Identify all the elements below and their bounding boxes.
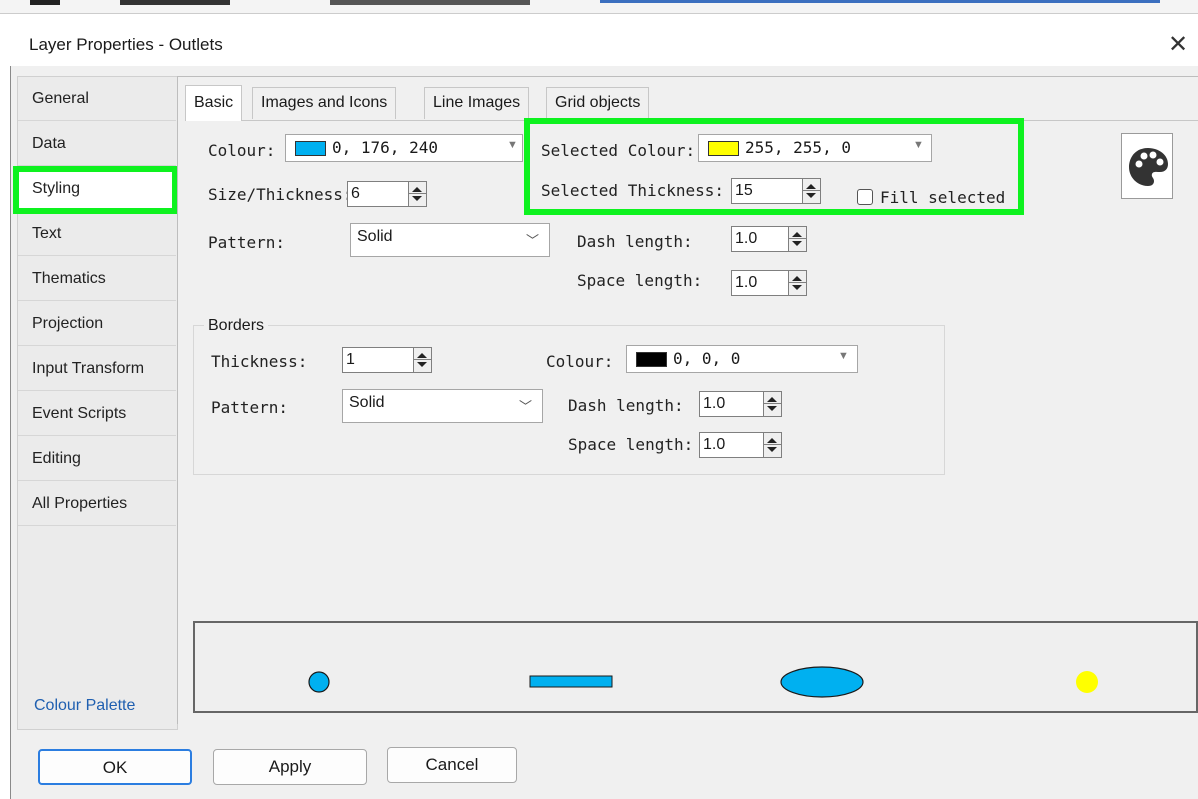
colour-label: Colour: xyxy=(208,141,276,160)
styling-highlight-box xyxy=(13,166,178,214)
sidebar-item-input-transform[interactable]: Input Transform xyxy=(18,347,176,391)
arrow-up-icon xyxy=(412,187,422,192)
space-length-label: Space length: xyxy=(577,271,703,290)
pattern-dropdown[interactable]: Solid ﹀ xyxy=(350,223,550,257)
border-space-length-value: 1.0 xyxy=(703,436,726,453)
sidebar-item-event-scripts[interactable]: Event Scripts xyxy=(18,392,176,436)
size-thickness-label: Size/Thickness: xyxy=(208,185,353,204)
space-length-spinner[interactable]: 1.0 xyxy=(731,270,807,296)
border-thickness-value: 1 xyxy=(346,351,355,368)
palette-icon xyxy=(1129,148,1168,186)
chevron-down-icon: ﹀ xyxy=(525,233,539,248)
chevron-down-icon: ▼ xyxy=(507,139,518,151)
arrow-up-icon xyxy=(767,397,777,402)
size-thickness-value: 6 xyxy=(351,185,360,202)
border-pattern-dropdown[interactable]: Solid ﹀ xyxy=(342,389,543,423)
arrow-down-icon xyxy=(412,196,422,201)
chevron-down-icon: ▼ xyxy=(838,350,849,362)
border-dash-length-value: 1.0 xyxy=(703,395,726,412)
style-preview xyxy=(193,621,1198,713)
arrow-down-icon xyxy=(792,241,802,246)
borders-title: Borders xyxy=(204,317,269,335)
sidebar-item-text[interactable]: Text xyxy=(18,212,176,256)
spinner-buttons[interactable] xyxy=(763,392,781,416)
background-window-strip xyxy=(0,0,1198,14)
colour-value: 0, 176, 240 xyxy=(332,138,438,157)
border-space-length-spinner[interactable]: 1.0 xyxy=(699,432,782,458)
arrow-up-icon xyxy=(792,276,802,281)
tab-grid-objects[interactable]: Grid objects xyxy=(546,87,650,119)
spinner-buttons[interactable] xyxy=(413,348,431,372)
spinner-buttons[interactable] xyxy=(408,182,426,206)
palette-button[interactable] xyxy=(1121,133,1173,199)
arrow-down-icon xyxy=(767,447,777,452)
sidebar-item-data[interactable]: Data xyxy=(18,122,176,166)
tab-images-and-icons[interactable]: Images and Icons xyxy=(252,87,397,119)
sidebar-item-editing[interactable]: Editing xyxy=(18,437,176,481)
border-dash-length-label: Dash length: xyxy=(568,396,684,415)
sidebar-item-projection[interactable]: Projection xyxy=(18,302,176,346)
spinner-buttons[interactable] xyxy=(788,227,806,251)
preview-selected-symbol xyxy=(1076,671,1098,693)
dash-length-spinner[interactable]: 1.0 xyxy=(731,226,807,252)
arrow-up-icon xyxy=(767,438,777,443)
dash-length-value: 1.0 xyxy=(735,230,758,247)
border-colour-value: 0, 0, 0 xyxy=(673,349,741,368)
border-pattern-value: Solid xyxy=(349,394,385,411)
spinner-buttons[interactable] xyxy=(788,271,806,295)
apply-button[interactable]: Apply xyxy=(213,749,367,785)
background-mark xyxy=(30,0,60,5)
border-pattern-label: Pattern: xyxy=(211,398,289,417)
arrow-up-icon xyxy=(792,232,802,237)
close-icon[interactable]: ✕ xyxy=(1168,30,1188,58)
preview-point-symbol xyxy=(308,671,330,693)
colour-palette-link[interactable]: Colour Palette xyxy=(34,697,135,715)
border-dash-length-spinner[interactable]: 1.0 xyxy=(699,391,782,417)
spinner-buttons[interactable] xyxy=(763,433,781,457)
arrow-up-icon xyxy=(417,353,427,358)
sidebar-item-all-properties[interactable]: All Properties xyxy=(18,482,176,526)
size-thickness-spinner[interactable]: 6 xyxy=(347,181,427,207)
dialog-title: Layer Properties - Outlets xyxy=(29,35,223,54)
border-colour-picker[interactable]: 0, 0, 0 ▼ xyxy=(626,345,858,373)
arrow-down-icon xyxy=(767,406,777,411)
arrow-down-icon xyxy=(417,362,427,367)
arrow-down-icon xyxy=(792,285,802,290)
chevron-down-icon: ﹀ xyxy=(518,399,532,414)
ok-button[interactable]: OK xyxy=(38,749,192,785)
border-colour-swatch xyxy=(636,352,667,367)
border-thickness-label: Thickness: xyxy=(211,352,308,371)
border-space-length-label: Space length: xyxy=(568,435,694,454)
pattern-label: Pattern: xyxy=(208,233,286,252)
colour-picker[interactable]: 0, 176, 240 ▼ xyxy=(285,134,523,162)
tab-line-images[interactable]: Line Images xyxy=(424,87,530,119)
space-length-value: 1.0 xyxy=(735,274,758,291)
colour-swatch xyxy=(295,141,326,156)
style-preview-canvas xyxy=(308,666,1098,698)
preview-line-symbol xyxy=(529,675,613,688)
tab-basic[interactable]: Basic xyxy=(185,85,243,121)
sidebar-item-general[interactable]: General xyxy=(18,77,176,121)
border-colour-label: Colour: xyxy=(546,352,614,371)
background-mark xyxy=(120,0,230,5)
background-mark xyxy=(600,0,1160,3)
background-mark xyxy=(330,0,530,5)
cancel-button[interactable]: Cancel xyxy=(387,747,517,783)
selected-style-highlight-box xyxy=(524,118,1024,215)
preview-polygon-symbol xyxy=(780,666,864,698)
border-thickness-spinner[interactable]: 1 xyxy=(342,347,432,373)
sidebar-item-thematics[interactable]: Thematics xyxy=(18,257,176,301)
dash-length-label: Dash length: xyxy=(577,232,693,251)
pattern-value: Solid xyxy=(357,228,393,245)
